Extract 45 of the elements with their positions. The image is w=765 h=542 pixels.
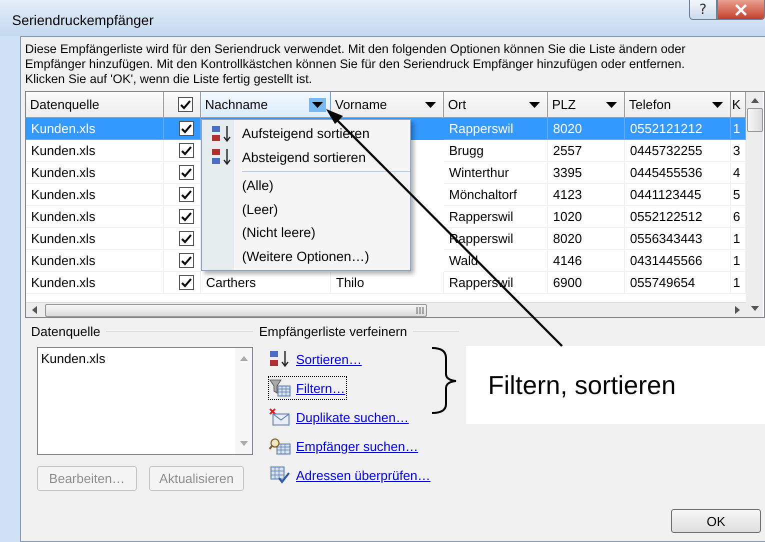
table-cell: 0445455536 [625,162,731,184]
description-text: Diese Empfängerliste wird für den Seriendruck verwendet. Mit den folgenden Optionen können Sie die Liste ändern oder [25,42,687,57]
table-cell: 8020 [548,118,625,140]
table-cell: 0441123445 [625,184,731,206]
table-cell: 0431445566 [625,250,731,272]
table-cell: 0445732255 [625,140,731,162]
description-text: Empfänger hinzufügen. Mit den Kontrollkästchen können Sie für den Seriendruck Empfänger hinzufügen oder entfernen. [25,57,686,72]
table-cell: 2557 [548,140,625,162]
table-cell: 4123 [548,184,625,206]
table-cell: Kunden.xls [26,184,164,206]
table-cell: 3395 [548,162,625,184]
table-cell: Rapperswil [444,206,548,228]
table-cell: Winterthur [444,162,548,184]
table-cell: 0556343443 [625,228,731,250]
header-label: Datenquelle [30,97,100,112]
header-label: PLZ [552,97,576,112]
window-title: Seriendruckempfänger [12,12,154,28]
table-cell: Thilo [331,272,444,294]
header-label: Telefon [629,97,671,112]
table-cell: Kunden.xls [26,140,164,162]
table-cell: 0552122512 [625,206,731,228]
table-cell: 8020 [548,228,625,250]
table-cell: 6900 [548,272,625,294]
table-cell: Mönchaltorf [444,184,548,206]
group-label: Datenquelle [31,324,100,339]
table-cell: Rapperswil [444,118,548,140]
table-cell: Kunden.xls [26,118,164,140]
table-cell: Brugg [444,140,548,162]
table-cell: 1020 [548,206,625,228]
header-label: Ort [448,97,466,112]
table-cell: Kunden.xls [26,228,164,250]
header-label: Vorname [335,97,388,112]
table-cell: 4146 [548,250,625,272]
group-label: Empfängerliste verfeinern [259,324,408,339]
header-label: K [732,97,741,112]
table-cell: Carthers [201,272,331,294]
table-cell: Kunden.xls [26,206,164,228]
table-cell: 0552121212 [625,118,731,140]
table-cell: 055749654 [625,272,731,294]
callout-text: Filtern, sortieren [488,370,676,400]
table-cell: Kunden.xls [26,162,164,184]
table-cell: Kunden.xls [26,272,164,294]
description-text: Klicken Sie auf 'OK', wenn die Liste fertig gestellt ist. [25,72,314,87]
header-label: Nachname [205,97,268,112]
table-cell: Kunden.xls [26,250,164,272]
